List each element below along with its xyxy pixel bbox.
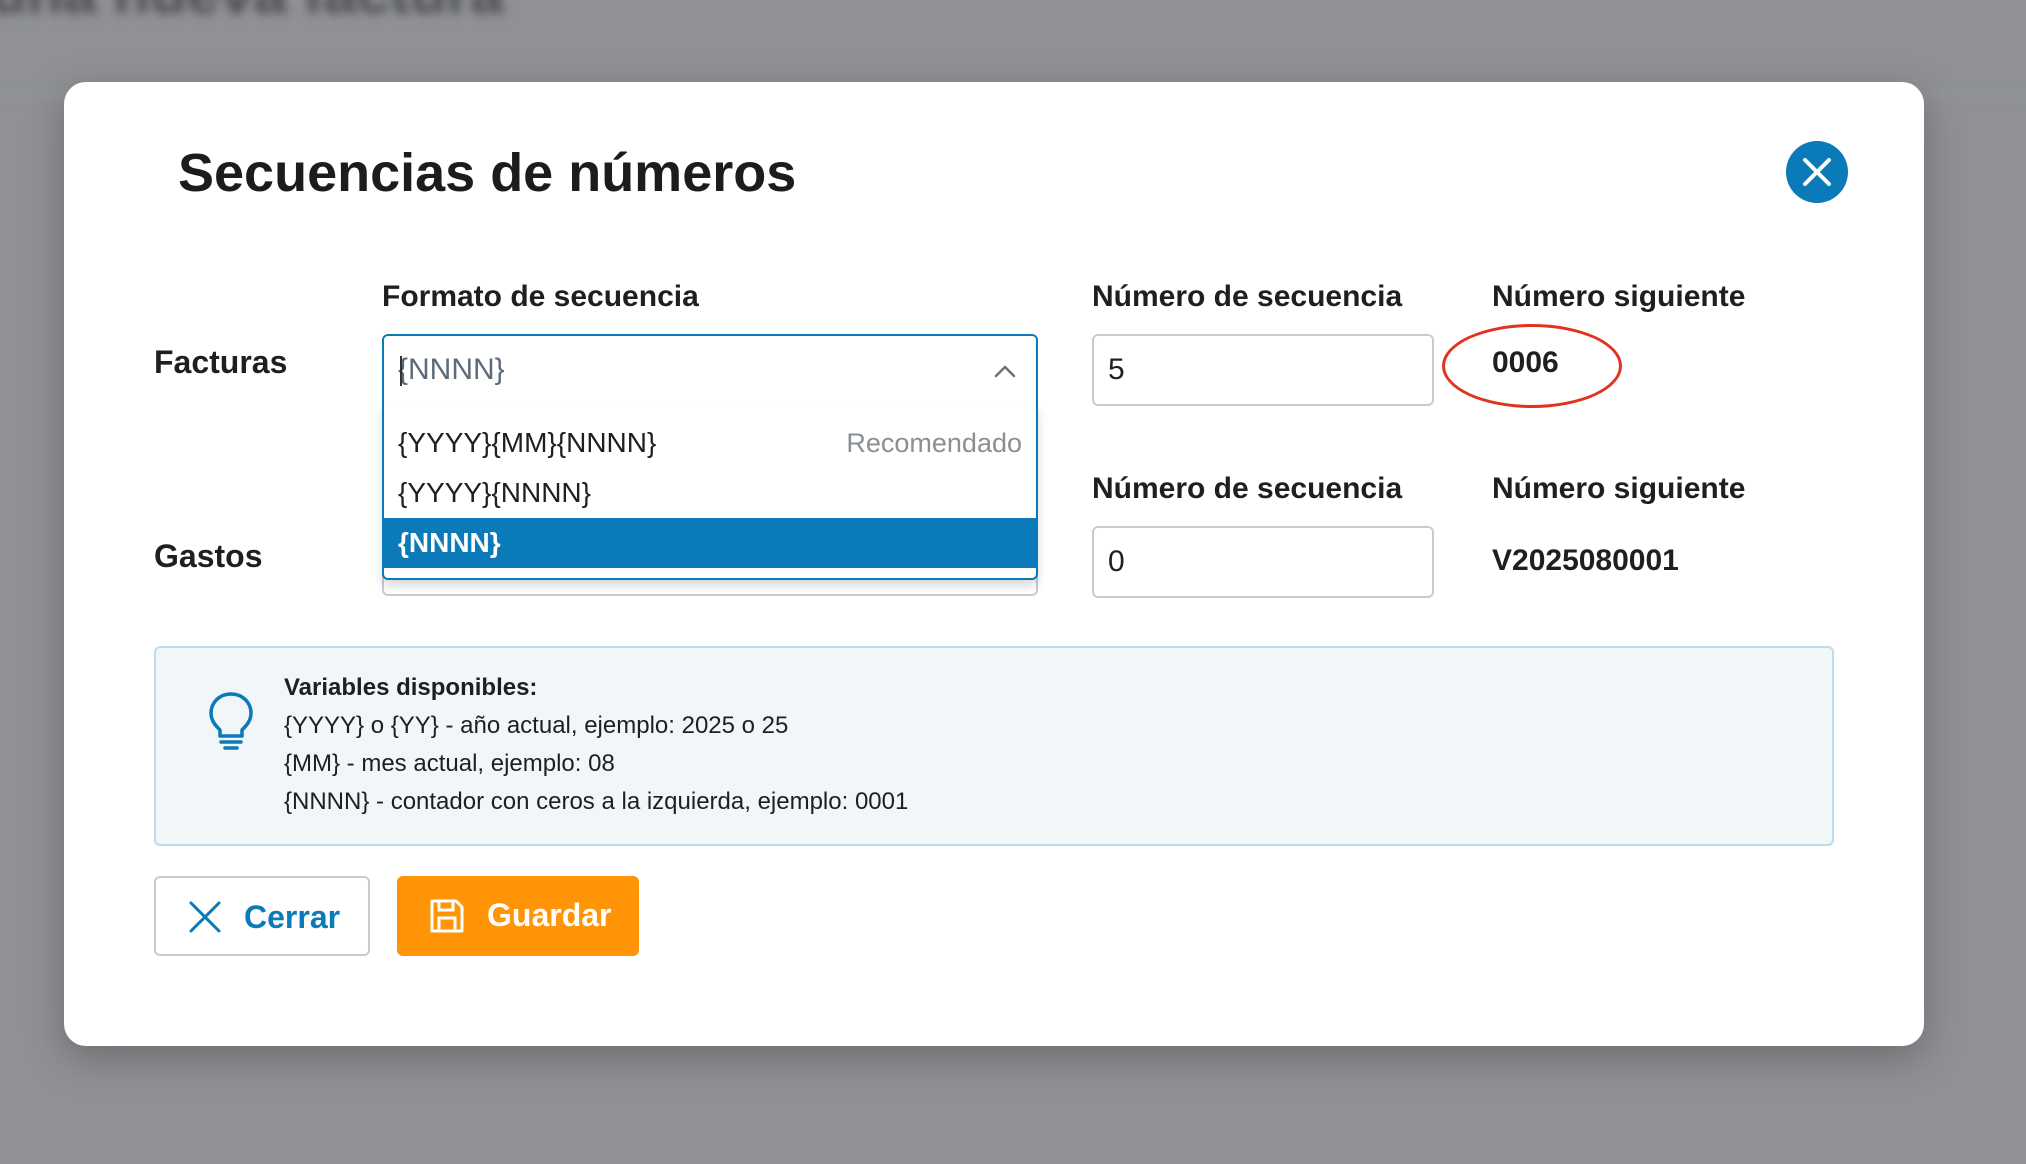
gastos-label: Gastos (154, 538, 263, 574)
variables-info-box: Variables disponibles: {YYYY} o {YY} - a… (154, 646, 1834, 846)
facturas-format-select[interactable]: {NNNN} (382, 334, 1038, 406)
next-number-column-label: Número siguiente (1492, 280, 1746, 313)
dropdown-option-selected[interactable]: {NNNN} (384, 518, 1036, 568)
gastos-sequence-value: 0 (1108, 545, 1125, 578)
gastos-sequence-input[interactable]: 0 (1092, 526, 1434, 598)
format-column-label: Formato de secuencia (382, 280, 699, 313)
lightbulb-icon (209, 692, 253, 750)
gastos-next-number: V2025080001 (1492, 544, 1679, 577)
close-icon (1803, 158, 1831, 186)
info-heading: Variables disponibles: (284, 674, 538, 701)
close-icon (189, 901, 221, 933)
facturas-sequence-value: 5 (1108, 353, 1125, 386)
recommended-hint: Recomendado (846, 428, 1022, 458)
sequence-modal: Secuencias de números Formato de secuenc… (64, 82, 1924, 1046)
save-button[interactable]: Guardar (397, 876, 639, 956)
dropdown-option[interactable]: {YYYY}{NNNN} (384, 468, 1036, 518)
background-title: una nueva factura (0, 0, 504, 27)
save-button-label: Guardar (487, 897, 612, 933)
gastos-next-number-label: Número siguiente (1492, 472, 1746, 505)
gastos-sequence-number-label: Número de secuencia (1092, 472, 1403, 505)
text-caret (400, 356, 402, 386)
save-icon (430, 899, 464, 933)
info-line: {MM} - mes actual, ejemplo: 08 (284, 750, 615, 777)
facturas-label: Facturas (154, 344, 288, 380)
info-line: {YYYY} o {YY} - año actual, ejemplo: 202… (284, 712, 789, 739)
annotation-circle (1442, 324, 1622, 408)
facturas-sequence-input[interactable]: 5 (1092, 334, 1434, 406)
chevron-up-icon (994, 365, 1016, 378)
facturas-format-value: {NNNN} (398, 353, 505, 386)
dropdown-option-label: {YYYY}{NNNN} (398, 477, 591, 508)
modal-title: Secuencias de números (178, 143, 797, 203)
cancel-button-label: Cerrar (244, 899, 341, 935)
dropdown-option-label: {NNNN} (398, 527, 501, 558)
close-icon-button[interactable] (1786, 141, 1848, 203)
cancel-button[interactable]: Cerrar (154, 876, 370, 956)
sequence-number-column-label: Número de secuencia (1092, 280, 1403, 313)
dropdown-option[interactable]: {YYYY}{MM}{NNNN} Recomendado (384, 418, 1036, 468)
info-line: {NNNN} - contador con ceros a la izquier… (284, 788, 909, 815)
format-dropdown-list: {YYYY}{MM}{NNNN} Recomendado {YYYY}{NNNN… (382, 404, 1038, 580)
dropdown-option-label: {YYYY}{MM}{NNNN} (398, 427, 657, 458)
